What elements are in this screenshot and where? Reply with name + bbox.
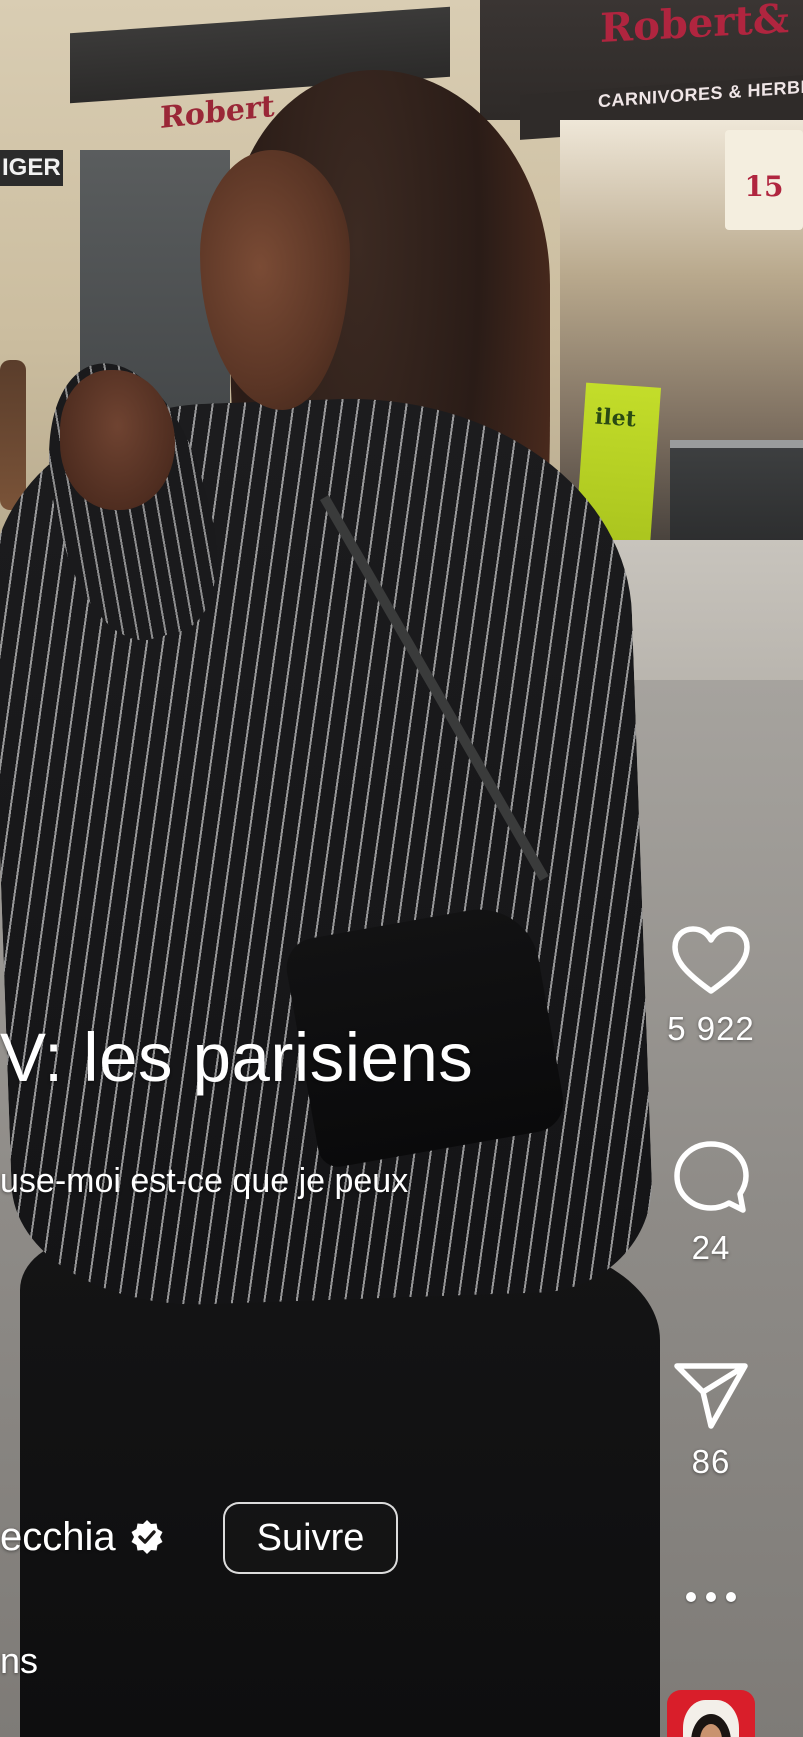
follow-button[interactable]: Suivre xyxy=(223,1502,398,1574)
caption-subtitle: use-moi est-ce que je peux xyxy=(0,1162,409,1200)
send-icon[interactable] xyxy=(673,1360,749,1435)
like-action[interactable]: 5 922 xyxy=(651,925,771,1048)
price-board: 15 xyxy=(725,130,803,230)
background-pedestrian xyxy=(0,360,26,510)
share-count: 86 xyxy=(691,1443,731,1480)
comment-action[interactable]: 24 xyxy=(651,1140,771,1267)
comment-count: 24 xyxy=(691,1229,731,1266)
author-name[interactable]: ecchia xyxy=(0,1515,116,1560)
audio-label[interactable]: ns xyxy=(0,1640,38,1682)
share-action[interactable]: 86 xyxy=(651,1360,771,1481)
more-dots-icon[interactable] xyxy=(681,1592,741,1602)
audio-avatar xyxy=(683,1700,739,1737)
green-sign-text: ilet xyxy=(594,403,637,433)
author-row[interactable]: ecchia xyxy=(0,1500,164,1574)
person-pants xyxy=(20,1240,660,1737)
reel-viewer[interactable]: Robert& Robert CARNIVORES & HERBI 15 IGE… xyxy=(0,0,803,1737)
heart-icon[interactable] xyxy=(671,925,751,1002)
like-count: 5 922 xyxy=(667,1010,755,1047)
more-options-button[interactable] xyxy=(651,1582,771,1612)
verified-check-icon xyxy=(130,1520,164,1554)
caption-title: V: les parisiens xyxy=(0,1019,474,1096)
comment-bubble-icon[interactable] xyxy=(673,1140,749,1221)
person-hand xyxy=(60,370,175,510)
audio-thumbnail[interactable] xyxy=(667,1690,755,1737)
shop-sign-text-far-left: IGER xyxy=(0,150,63,186)
